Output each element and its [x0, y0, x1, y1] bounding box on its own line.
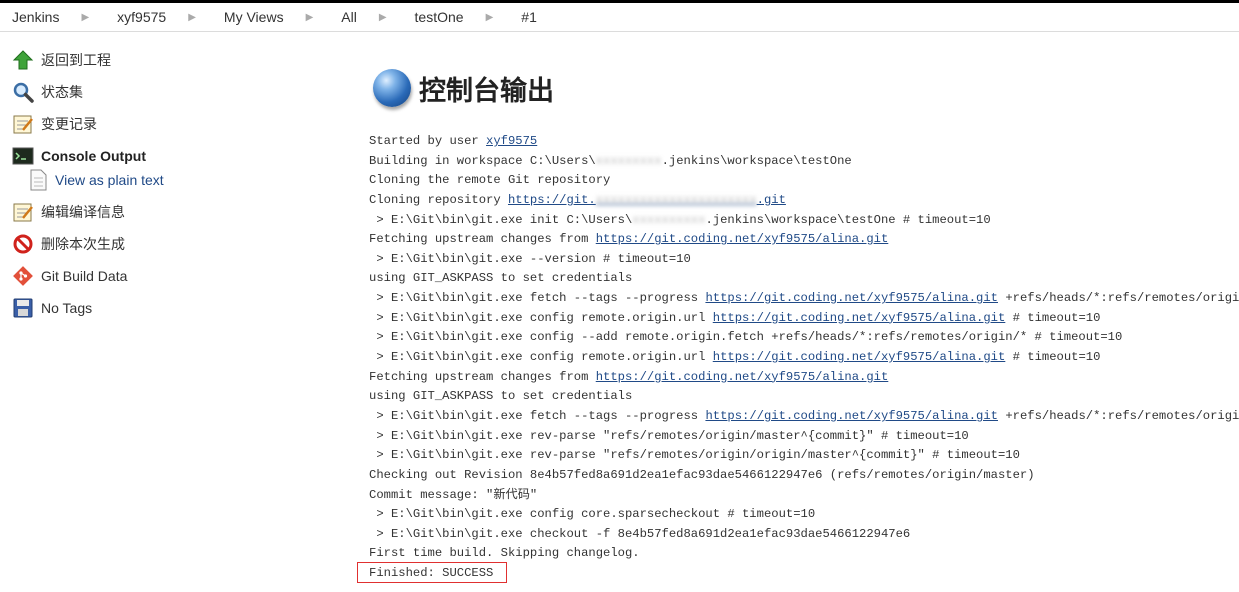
sidebar-item-edit-build-info[interactable]: 编辑编译信息 — [0, 196, 300, 228]
repo-link[interactable]: https://git.coding.net/xyf9575/alina.git — [596, 232, 889, 246]
breadcrumb-separator-icon: ▶ — [485, 11, 494, 23]
breadcrumb-separator-icon: ▶ — [378, 11, 387, 23]
console-line: > E:\Git\bin\git.exe config core.sparsec… — [369, 507, 816, 522]
sidebar-item-changes[interactable]: 变更记录 — [0, 108, 300, 140]
repo-link[interactable]: https://git.coding.net/xyf9575/alina.git — [596, 370, 889, 384]
console-line: > E:\Git\bin\git.exe config remote.origi… — [369, 350, 1101, 365]
breadcrumb-separator-icon: ▶ — [305, 11, 314, 23]
breadcrumb-jenkins[interactable]: Jenkins — [0, 9, 65, 25]
console-line: > E:\Git\bin\git.exe rev-parse "refs/rem… — [369, 428, 969, 443]
breadcrumb-job[interactable]: testOne — [403, 9, 470, 25]
page-heading: 控制台输出 — [369, 60, 1229, 116]
console-output: Started by user xyf9575 Building in work… — [369, 132, 1239, 584]
console-line: Checking out Revision 8e4b57fed8a691d2ea… — [369, 467, 1035, 482]
console-line: > E:\Git\bin\git.exe init C:\Users\xxxxx… — [369, 212, 991, 227]
notepad-pencil-icon — [12, 201, 34, 223]
sidebar-item-label: 状态集 — [41, 84, 83, 100]
breadcrumb-separator-icon: ▶ — [81, 11, 90, 23]
notepad-icon — [12, 113, 34, 135]
repo-link[interactable]: https://git.coding.net/xyf9575/alina.git — [705, 409, 998, 423]
sidebar-item-label: View as plain text — [55, 172, 164, 188]
console-line: > E:\Git\bin\git.exe fetch --tags --prog… — [369, 291, 1239, 306]
sidebar: 返回到工程 状态集 变更记录 Console Output View as pl… — [0, 44, 300, 324]
sidebar-item-back-to-project[interactable]: 返回到工程 — [0, 44, 300, 76]
blue-ball-icon — [373, 69, 411, 107]
breadcrumb: Jenkins ▶ xyf9575 ▶ My Views ▶ All ▶ tes… — [0, 3, 1239, 32]
repo-link[interactable]: https://git.coding.net/xyf9575/alina.git — [713, 311, 1006, 325]
sidebar-item-label: Git Build Data — [41, 268, 128, 284]
document-icon — [28, 169, 48, 191]
breadcrumb-my-views[interactable]: My Views — [212, 9, 290, 25]
page-title: 控制台输出 — [419, 75, 554, 107]
sidebar-item-view-plain-text[interactable]: View as plain text — [0, 168, 300, 192]
terminal-icon — [12, 145, 34, 167]
console-line: > E:\Git\bin\git.exe --version # timeout… — [369, 251, 691, 266]
sidebar-item-label: No Tags — [41, 300, 93, 316]
sidebar-item-no-tags[interactable]: No Tags — [0, 292, 300, 324]
console-line: Building in workspace C:\Users\xxxxxxxxx… — [369, 153, 852, 168]
redacted-text: xxxxxxxxxx — [632, 212, 706, 227]
console-line: > E:\Git\bin\git.exe config remote.origi… — [369, 310, 1101, 325]
finished-highlight-box — [357, 562, 507, 583]
sidebar-item-status[interactable]: 状态集 — [0, 76, 300, 108]
sidebar-item-label: 编辑编译信息 — [41, 204, 125, 220]
no-entry-icon — [12, 233, 34, 255]
console-line: > E:\Git\bin\git.exe checkout -f 8e4b57f… — [369, 526, 911, 541]
sidebar-item-delete-build[interactable]: 删除本次生成 — [0, 228, 300, 260]
user-link[interactable]: xyf9575 — [486, 134, 537, 148]
sidebar-item-label: 变更记录 — [41, 116, 97, 132]
save-icon — [12, 297, 34, 319]
console-line: > E:\Git\bin\git.exe rev-parse "refs/rem… — [369, 448, 1020, 463]
git-icon — [12, 265, 34, 287]
up-arrow-icon — [12, 49, 34, 71]
sidebar-item-label: 删除本次生成 — [41, 236, 125, 252]
main-panel: 控制台输出 Started by user xyf9575 Building i… — [369, 60, 1239, 580]
breadcrumb-separator-icon: ▶ — [188, 11, 196, 23]
repo-link[interactable]: https://git.coding.net/xyf9575/alina.git — [713, 350, 1006, 364]
console-line: Cloning repository https://git.xxxxxxxxx… — [369, 192, 786, 207]
console-line: Started by user xyf9575 — [369, 134, 538, 148]
repo-link[interactable]: https://git.coding.net/xyf9575/alina.git — [705, 291, 998, 305]
console-line: using GIT_ASKPASS to set credentials — [369, 389, 633, 404]
breadcrumb-all[interactable]: All — [329, 9, 363, 25]
console-line: using GIT_ASKPASS to set credentials — [369, 271, 633, 286]
console-line: > E:\Git\bin\git.exe config --add remote… — [369, 330, 1123, 345]
magnifier-icon — [12, 81, 34, 103]
console-line: Fetching upstream changes from https://g… — [369, 369, 889, 384]
console-line: Fetching upstream changes from https://g… — [369, 232, 889, 247]
console-line: Commit message: "新代码" — [369, 487, 538, 502]
sidebar-item-git-build-data[interactable]: Git Build Data — [0, 260, 300, 292]
console-line: > E:\Git\bin\git.exe fetch --tags --prog… — [369, 408, 1239, 423]
breadcrumb-user[interactable]: xyf9575 — [105, 9, 172, 25]
console-line: Cloning the remote Git repository — [369, 173, 611, 188]
breadcrumb-build[interactable]: #1 — [509, 9, 543, 25]
redacted-text: xxxxxxxxx — [595, 153, 662, 168]
repo-link[interactable]: https://git.xxxxxxxxxxxxxxxxxxxxxx.git — [508, 193, 786, 207]
sidebar-item-label: 返回到工程 — [41, 52, 111, 68]
sidebar-item-label: Console Output — [41, 148, 146, 164]
